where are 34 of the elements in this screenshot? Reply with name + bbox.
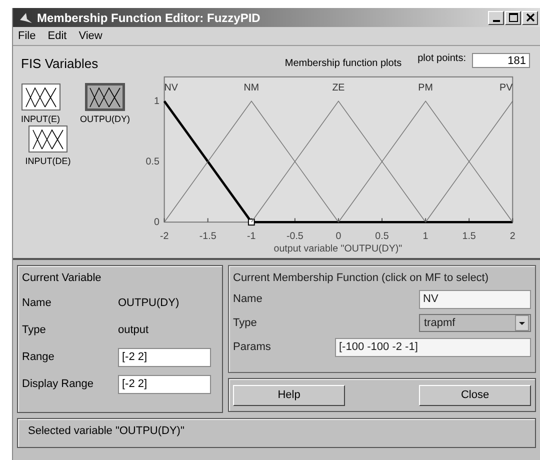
field-label: Type: [22, 324, 47, 336]
mf-label: NV: [164, 82, 178, 94]
window-title: Membership Function Editor: FuzzyPID: [37, 10, 262, 24]
x-tick-label: 2: [510, 230, 516, 242]
x-tick-label: -0.5: [286, 230, 304, 242]
field-label: Display Range: [22, 378, 95, 390]
x-tick-label: -2: [160, 230, 169, 242]
x-tick-label: -1: [247, 230, 256, 242]
x-tick-label: 0: [336, 230, 342, 242]
x-tick-label: -1.5: [199, 230, 216, 242]
field-label: Range: [22, 351, 56, 363]
status-text: Selected variable "OUTPU(DY)": [28, 425, 184, 437]
x-tick-label: 1: [422, 230, 428, 242]
y-tick-label: 1: [154, 96, 160, 107]
mf-label: PM: [418, 82, 433, 94]
variable-type: output: [118, 324, 149, 336]
x-tick-label: 1.5: [462, 230, 476, 242]
x-axis-label: output variable "OUTPU(DY)": [274, 243, 402, 254]
x-tick-label: 0.5: [375, 230, 389, 242]
section-title: FIS Variables: [21, 56, 98, 71]
field-label: Params: [233, 341, 271, 353]
mf-label: NM: [244, 82, 260, 94]
field-label: Type: [233, 317, 257, 329]
mf-label: PV: [500, 82, 513, 94]
plot-title: Membership function plots: [284, 58, 402, 70]
y-tick-label: 0: [154, 216, 160, 228]
y-tick-label: 0.5: [146, 156, 160, 168]
field-label: Name: [233, 293, 262, 305]
mf-label: ZE: [332, 82, 345, 94]
panel-title: Current Membership Function (click on MF to select): [233, 272, 490, 284]
variable-name: OUTPU(DY): [118, 297, 180, 309]
plot-points-label: plot points:: [418, 53, 466, 64]
panel-title: Current Variable: [22, 272, 102, 284]
field-label: Name: [22, 297, 52, 309]
